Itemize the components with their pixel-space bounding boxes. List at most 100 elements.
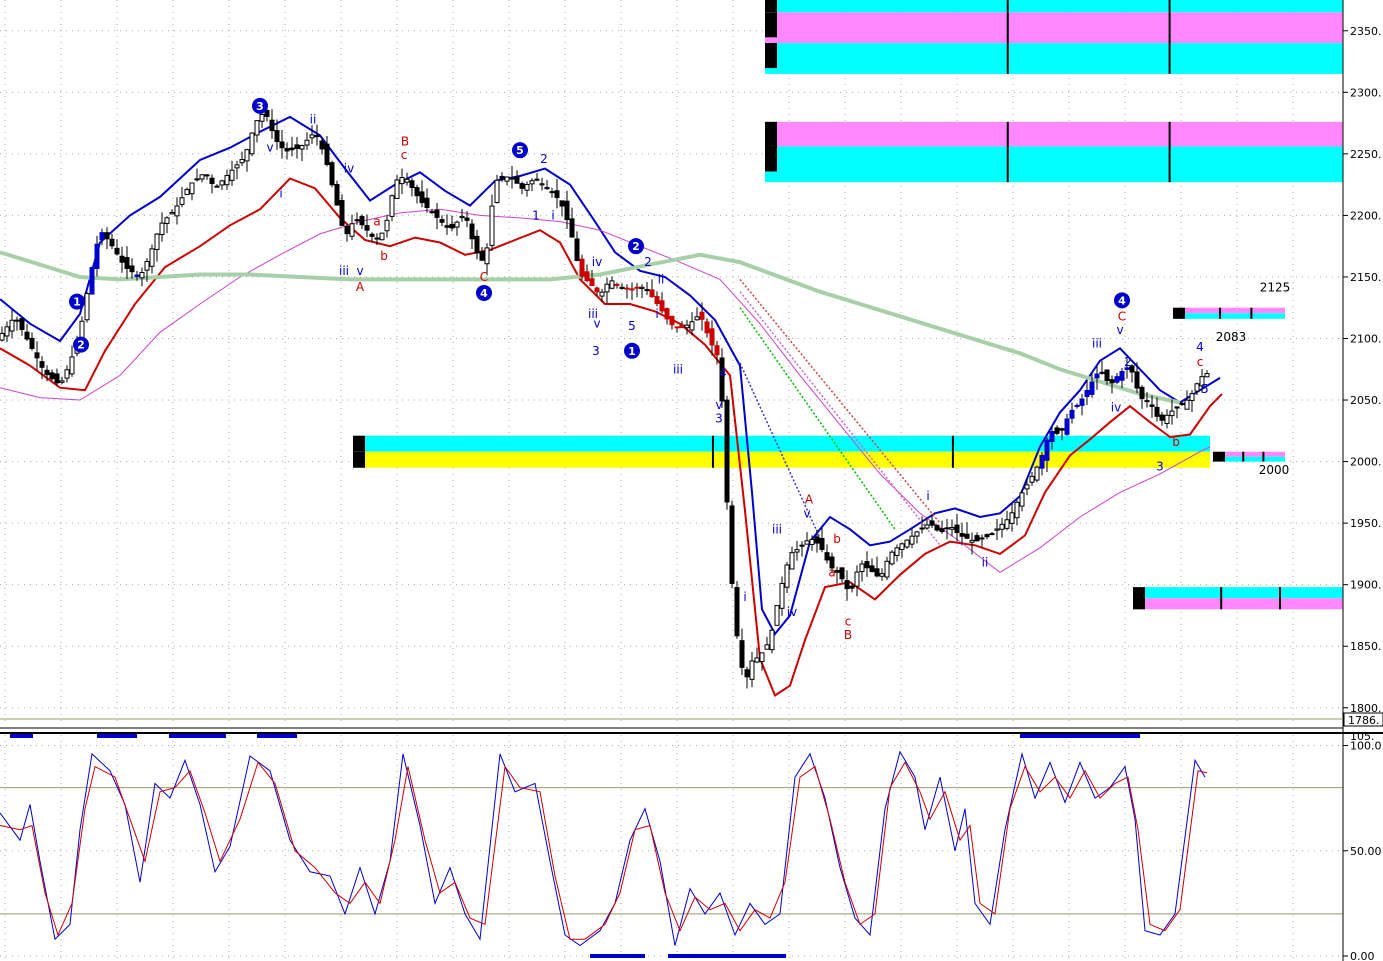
candle bbox=[49, 372, 55, 380]
candle bbox=[1109, 379, 1115, 384]
candle bbox=[404, 178, 410, 183]
candle bbox=[619, 286, 625, 289]
candle bbox=[514, 176, 520, 184]
candle bbox=[219, 180, 225, 186]
candle bbox=[879, 573, 885, 577]
candle bbox=[904, 539, 910, 548]
candle bbox=[44, 369, 50, 376]
candle bbox=[779, 582, 785, 609]
candle bbox=[799, 544, 805, 547]
candle bbox=[369, 233, 375, 237]
candle bbox=[944, 527, 950, 530]
candle bbox=[1054, 427, 1060, 434]
wave-label: ii bbox=[658, 272, 665, 286]
candle bbox=[794, 549, 800, 553]
candle bbox=[814, 536, 820, 544]
candle bbox=[629, 288, 635, 291]
zone-marker bbox=[765, 12, 777, 38]
candle bbox=[29, 337, 35, 349]
candle bbox=[464, 217, 470, 221]
candle bbox=[374, 237, 380, 240]
candle bbox=[989, 533, 995, 536]
candle bbox=[664, 308, 670, 320]
candle bbox=[134, 274, 140, 277]
wave-label: 4 bbox=[1196, 340, 1204, 354]
candle bbox=[614, 283, 620, 286]
price-tick-label: 2050. bbox=[1350, 394, 1382, 407]
candle bbox=[1164, 414, 1170, 424]
candle bbox=[1139, 386, 1145, 400]
zone-marker bbox=[765, 121, 777, 147]
zone-bar bbox=[1133, 587, 1343, 599]
candle bbox=[534, 178, 540, 181]
candle bbox=[459, 215, 465, 219]
wave-label: 1 bbox=[73, 296, 81, 309]
candle bbox=[854, 571, 860, 587]
trendline bbox=[739, 278, 941, 524]
candle bbox=[1079, 398, 1085, 406]
wave-label: i bbox=[551, 208, 554, 222]
candle bbox=[729, 505, 735, 584]
wave-label: A bbox=[356, 280, 365, 294]
wave-label: 5 bbox=[1201, 382, 1209, 396]
wave-label: 3 bbox=[715, 412, 723, 426]
zone-bar bbox=[765, 12, 1343, 44]
zone-bars bbox=[353, 0, 1343, 610]
candle bbox=[39, 361, 45, 368]
candle bbox=[1179, 402, 1185, 405]
price-tick-label: 2000. bbox=[1350, 456, 1382, 469]
candle bbox=[509, 177, 515, 180]
candle bbox=[604, 283, 610, 293]
candle bbox=[309, 134, 315, 139]
candle bbox=[149, 248, 155, 267]
candle bbox=[919, 527, 925, 530]
candle bbox=[1144, 400, 1150, 403]
wave-label: a bbox=[373, 215, 380, 229]
signal-bar bbox=[169, 734, 226, 738]
wave-label: 3 bbox=[256, 100, 264, 113]
zone-marker bbox=[1173, 307, 1185, 319]
candle bbox=[609, 280, 615, 289]
candle bbox=[329, 162, 335, 186]
candle bbox=[474, 235, 480, 254]
osc-tick-label: 0.00 bbox=[1350, 950, 1375, 961]
candle bbox=[589, 278, 595, 287]
candle bbox=[164, 217, 170, 224]
candle bbox=[759, 652, 765, 663]
wave-label: v bbox=[803, 506, 810, 520]
candle bbox=[699, 311, 705, 320]
candle bbox=[1134, 371, 1140, 389]
candle bbox=[304, 139, 310, 146]
wave-label: 2 bbox=[540, 152, 548, 166]
candle bbox=[674, 326, 680, 329]
candle bbox=[594, 287, 600, 293]
candle bbox=[964, 533, 970, 539]
signal-bar bbox=[1020, 734, 1140, 738]
candle bbox=[124, 257, 130, 269]
signal-bar bbox=[10, 734, 33, 738]
candle bbox=[659, 300, 665, 312]
candle bbox=[754, 657, 760, 663]
candle bbox=[1064, 418, 1070, 435]
wave-label: B bbox=[844, 628, 852, 642]
candle bbox=[129, 265, 135, 273]
candle bbox=[924, 524, 930, 529]
wave-label: 3 bbox=[592, 344, 600, 358]
candle bbox=[409, 180, 415, 189]
candle bbox=[819, 537, 825, 550]
price-tick-label: 2150. bbox=[1350, 271, 1382, 284]
candle bbox=[484, 247, 490, 265]
wave-label: c bbox=[1197, 355, 1204, 369]
candle bbox=[324, 143, 330, 165]
candle bbox=[764, 644, 770, 650]
candle bbox=[294, 144, 300, 149]
candle bbox=[319, 140, 325, 150]
candle bbox=[1019, 492, 1025, 507]
zone-marker bbox=[353, 435, 365, 452]
candle bbox=[749, 660, 755, 680]
candle bbox=[884, 560, 890, 578]
wave-label: 3 bbox=[1156, 460, 1164, 474]
wave-label: 2 bbox=[77, 339, 85, 352]
candle bbox=[239, 159, 245, 164]
candle bbox=[569, 218, 575, 238]
